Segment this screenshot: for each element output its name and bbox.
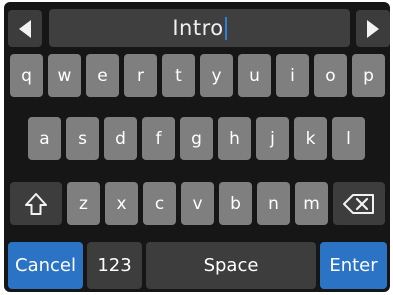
enter-button[interactable]: Enter: [320, 242, 387, 289]
space-key[interactable]: Space: [146, 242, 316, 289]
key-u[interactable]: u: [238, 54, 271, 97]
key-h[interactable]: h: [218, 117, 251, 160]
backspace-icon: [343, 193, 374, 214]
key-e[interactable]: e: [86, 54, 119, 97]
key-q[interactable]: q: [10, 54, 43, 97]
key-z[interactable]: z: [67, 182, 100, 225]
shift-key[interactable]: [10, 182, 62, 225]
key-t[interactable]: t: [162, 54, 195, 97]
key-r[interactable]: r: [124, 54, 157, 97]
text-input-field[interactable]: Intro: [49, 9, 350, 47]
text-entry-bar: Intro: [4, 2, 390, 49]
key-b[interactable]: b: [219, 182, 252, 225]
key-a[interactable]: a: [28, 117, 61, 160]
cursor-left-button[interactable]: [8, 10, 42, 47]
shift-arrow-icon: [25, 192, 47, 215]
text-input-value: Intro: [172, 16, 224, 40]
key-s[interactable]: s: [66, 117, 99, 160]
backspace-key[interactable]: [333, 182, 385, 225]
key-g[interactable]: g: [180, 117, 213, 160]
key-p[interactable]: p: [352, 54, 385, 97]
cancel-button[interactable]: Cancel: [8, 242, 83, 289]
key-v[interactable]: v: [181, 182, 214, 225]
key-o[interactable]: o: [314, 54, 347, 97]
key-y[interactable]: y: [200, 54, 233, 97]
key-d[interactable]: d: [104, 117, 137, 160]
key-w[interactable]: w: [48, 54, 81, 97]
triangle-left-icon: [19, 19, 31, 38]
key-m[interactable]: m: [295, 182, 328, 225]
triangle-right-icon: [367, 19, 379, 38]
key-f[interactable]: f: [142, 117, 175, 160]
key-c[interactable]: c: [143, 182, 176, 225]
key-k[interactable]: k: [294, 117, 327, 160]
key-i[interactable]: i: [276, 54, 309, 97]
key-j[interactable]: j: [256, 117, 289, 160]
text-cursor: [224, 16, 227, 40]
key-l[interactable]: l: [332, 117, 365, 160]
key-x[interactable]: x: [105, 182, 138, 225]
numbers-key[interactable]: 123: [87, 242, 142, 289]
cursor-right-button[interactable]: [356, 10, 390, 47]
keyboard-screen: Intro q w e r t y u i o p a s d f g h j …: [4, 2, 390, 292]
key-n[interactable]: n: [257, 182, 290, 225]
